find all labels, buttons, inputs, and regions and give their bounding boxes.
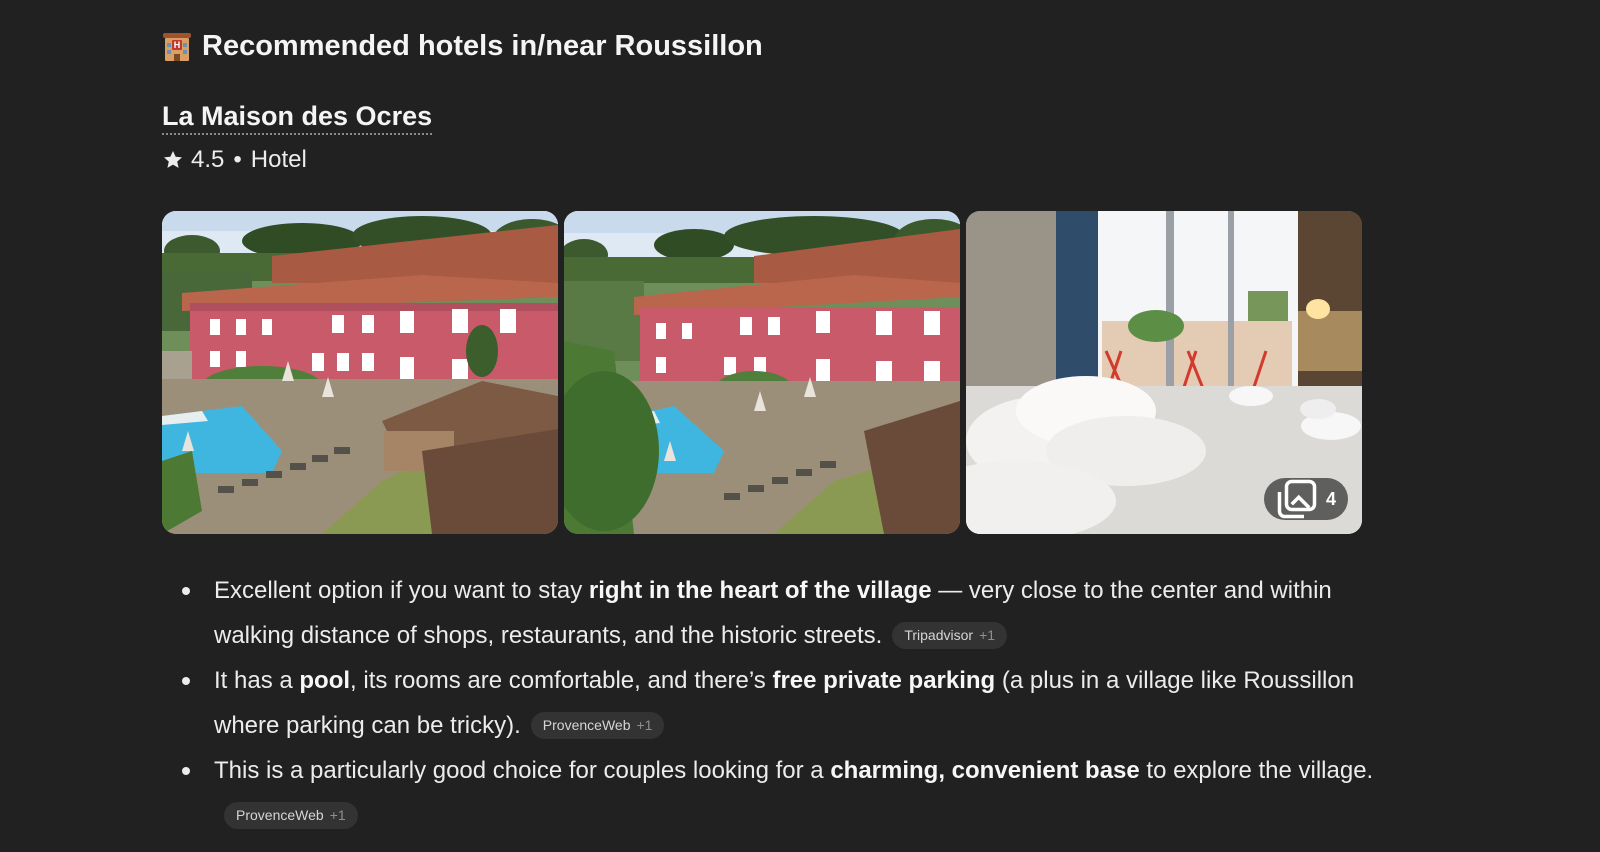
- citation-chip[interactable]: ProvenceWeb +1: [224, 802, 358, 829]
- citation-chip[interactable]: Tripadvisor +1: [892, 622, 1008, 649]
- highlight-item: It has a pool, its rooms are comfortable…: [162, 658, 1392, 748]
- citation-source: Tripadvisor: [904, 627, 974, 643]
- hotel-meta: 4.5 • Hotel: [162, 146, 307, 174]
- hotel-photo-exterior-1[interactable]: [162, 211, 558, 534]
- highlight-text: Excellent option if you want to stay: [214, 577, 589, 604]
- highlight-text: to explore the village.: [1139, 757, 1374, 784]
- section-heading-text: Recommended hotels in/near Roussillon: [202, 30, 763, 62]
- highlight-text: , its rooms are comfortable, and there’s: [350, 667, 773, 694]
- highlight-bold-text: right in the heart of the village: [588, 577, 932, 604]
- hotel-type: Hotel: [250, 146, 307, 173]
- photo-count-badge[interactable]: 4: [1263, 478, 1348, 520]
- photo-gallery: 4: [162, 211, 1392, 534]
- citation-chip[interactable]: ProvenceWeb +1: [530, 712, 665, 739]
- star-icon: [164, 151, 182, 168]
- hotel-emoji-icon: H: [162, 32, 192, 62]
- citation-source: ProvenceWeb: [236, 807, 324, 823]
- citation-more-count: +1: [979, 627, 996, 643]
- highlight-text: This is a particularly good choice for c…: [214, 757, 831, 784]
- section-heading: H Recommended hotels in/near Roussillon: [162, 30, 763, 63]
- hotel-photo-exterior-2[interactable]: [564, 211, 960, 534]
- highlight-item: Excellent option if you want to stay rig…: [162, 568, 1392, 658]
- highlight-item: This is a particularly good choice for c…: [162, 748, 1392, 838]
- highlight-text: It has a: [214, 667, 300, 694]
- photo-gallery-icon: [1277, 479, 1317, 519]
- hotel-photo-bedroom[interactable]: 4: [966, 211, 1362, 534]
- citation-more-count: +1: [329, 807, 346, 823]
- meta-separator: •: [233, 146, 242, 173]
- highlight-bold-text: charming, convenient base: [830, 757, 1140, 784]
- photo-count: 4: [1325, 488, 1336, 509]
- hotel-name-link[interactable]: La Maison des Ocres: [162, 101, 433, 135]
- hotel-highlights-list: Excellent option if you want to stay rig…: [162, 568, 1392, 838]
- citation-source: ProvenceWeb: [542, 717, 631, 733]
- highlight-bold-text: free private parking: [772, 667, 996, 694]
- citation-more-count: +1: [636, 717, 653, 733]
- highlight-bold-text: pool: [299, 667, 351, 694]
- hotel-rating: 4.5: [191, 146, 225, 173]
